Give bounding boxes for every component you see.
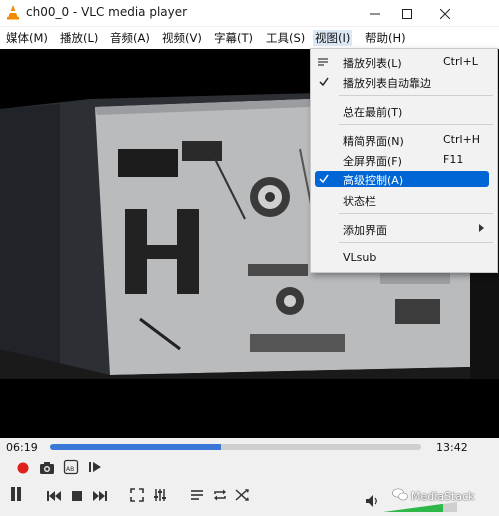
loop-ab-button[interactable]: AB bbox=[61, 459, 81, 479]
view-menu-dropdown: 播放列表(L) Ctrl+L 播放列表自动靠边 总在最前(T) 精简界面(N) … bbox=[310, 48, 498, 273]
record-button[interactable] bbox=[13, 459, 33, 479]
playlist-icon bbox=[190, 487, 204, 506]
watermark-text: MediaStack bbox=[411, 489, 475, 503]
menu-bar: 媒体(M) 播放(L) 音频(A) 视频(V) 字幕(T) 工具(S) 视图(I… bbox=[0, 27, 499, 50]
menu-item-always-on-top[interactable]: 总在最前(T) bbox=[311, 101, 497, 121]
menu-item-shortcut: Ctrl+H bbox=[443, 133, 481, 146]
menu-item-label: 播放列表(L) bbox=[343, 57, 402, 70]
fullscreen-icon bbox=[130, 487, 144, 506]
elapsed-time: 06:19 bbox=[6, 441, 38, 454]
pause-button[interactable] bbox=[5, 484, 27, 508]
skip-next-icon bbox=[92, 487, 108, 506]
checkmark-icon bbox=[317, 172, 331, 186]
menu-item-playlist-dock[interactable]: 播放列表自动靠边 bbox=[311, 72, 497, 92]
close-icon bbox=[439, 4, 451, 23]
minimize-button[interactable] bbox=[358, 0, 392, 26]
fullscreen-button[interactable] bbox=[127, 486, 147, 506]
menu-item-label: 添加界面 bbox=[343, 224, 387, 237]
snapshot-button[interactable] bbox=[37, 459, 57, 479]
checkmark-icon bbox=[317, 75, 331, 89]
menu-audio[interactable]: 音频(A) bbox=[108, 30, 152, 46]
menu-tools[interactable]: 工具(S) bbox=[264, 30, 307, 46]
window-title: ch00_0 - VLC media player bbox=[26, 5, 188, 19]
title-bar: ch00_0 - VLC media player bbox=[0, 0, 499, 26]
camera-icon bbox=[39, 460, 55, 479]
stop-icon bbox=[71, 487, 83, 506]
frame-step-icon bbox=[87, 459, 103, 479]
playlist-icon bbox=[317, 55, 331, 69]
menu-item-label: 状态栏 bbox=[343, 195, 376, 208]
menu-item-shortcut: Ctrl+L bbox=[443, 55, 478, 68]
menu-item-minimal-interface[interactable]: 精简界面(N) Ctrl+H bbox=[311, 130, 497, 150]
menu-item-add-interface[interactable]: 添加界面 bbox=[311, 219, 497, 239]
next-button[interactable] bbox=[90, 486, 110, 506]
extended-settings-button[interactable] bbox=[150, 486, 170, 506]
menu-playback[interactable]: 播放(L) bbox=[58, 30, 100, 46]
repeat-icon bbox=[212, 487, 228, 506]
seek-row: 06:19 13:42 bbox=[0, 438, 499, 458]
menu-item-vlsub[interactable]: VLsub bbox=[311, 248, 497, 268]
menu-item-label: 播放列表自动靠边 bbox=[343, 77, 431, 90]
menu-help[interactable]: 帮助(H) bbox=[363, 30, 408, 46]
stop-button[interactable] bbox=[67, 486, 87, 506]
equalizer-icon bbox=[153, 487, 167, 506]
menu-item-label: 全屏界面(F) bbox=[343, 155, 402, 168]
maximize-button[interactable] bbox=[390, 0, 424, 26]
menu-item-label: 总在最前(T) bbox=[343, 106, 403, 119]
loop-ab-icon: AB bbox=[63, 459, 79, 479]
menu-item-label: 高级控制(A) bbox=[343, 174, 404, 187]
submenu-arrow-icon bbox=[479, 224, 484, 232]
menu-separator bbox=[339, 213, 493, 214]
playlist-button[interactable] bbox=[187, 486, 207, 506]
shuffle-icon bbox=[235, 487, 251, 506]
seek-progress-fill bbox=[50, 444, 221, 450]
seek-slider[interactable] bbox=[50, 444, 421, 450]
menu-item-shortcut: F11 bbox=[443, 153, 464, 166]
previous-button[interactable] bbox=[44, 486, 64, 506]
record-icon bbox=[16, 460, 30, 479]
menu-video[interactable]: 视频(V) bbox=[160, 30, 204, 46]
menu-view[interactable]: 视图(I) bbox=[313, 30, 353, 46]
menu-item-advanced-controls[interactable]: 高级控制(A) bbox=[315, 171, 489, 187]
frame-step-button[interactable] bbox=[85, 459, 105, 479]
close-button[interactable] bbox=[428, 0, 462, 26]
minimize-icon bbox=[370, 4, 380, 23]
menu-separator bbox=[339, 95, 493, 96]
loop-button[interactable] bbox=[210, 486, 230, 506]
chat-bubble-icon bbox=[392, 488, 408, 504]
maximize-icon bbox=[402, 4, 412, 23]
menu-item-playlist[interactable]: 播放列表(L) Ctrl+L bbox=[311, 52, 497, 72]
watermark: MediaStack bbox=[392, 488, 475, 504]
menu-item-status-bar[interactable]: 状态栏 bbox=[311, 190, 497, 210]
shuffle-button[interactable] bbox=[233, 486, 253, 506]
menu-subtitle[interactable]: 字幕(T) bbox=[212, 30, 255, 46]
pause-icon bbox=[9, 486, 23, 506]
menu-item-label: 精简界面(N) bbox=[343, 135, 404, 148]
menu-item-fullscreen[interactable]: 全屏界面(F) F11 bbox=[311, 150, 497, 170]
menu-item-label: VLsub bbox=[343, 251, 377, 264]
total-time: 13:42 bbox=[436, 441, 468, 454]
menu-separator bbox=[339, 242, 493, 243]
speaker-icon bbox=[365, 493, 379, 512]
skip-previous-icon bbox=[46, 487, 62, 506]
vlc-cone-icon bbox=[6, 4, 20, 24]
menu-media[interactable]: 媒体(M) bbox=[4, 30, 50, 46]
mute-button[interactable] bbox=[362, 492, 382, 512]
svg-text:AB: AB bbox=[66, 466, 74, 473]
menu-separator bbox=[339, 124, 493, 125]
